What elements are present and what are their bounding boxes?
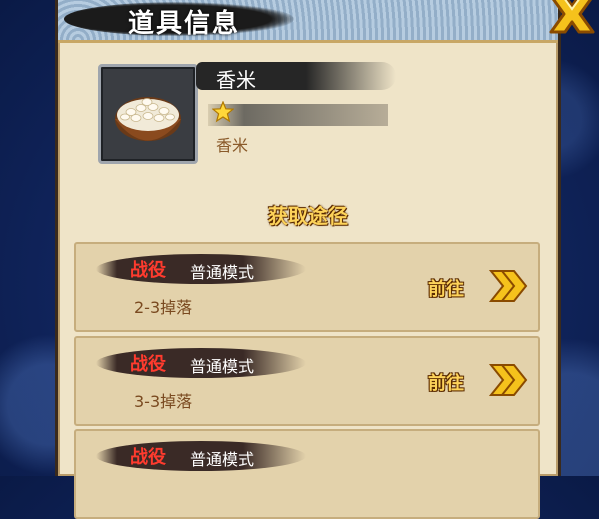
source-drop: 3-3掉落 xyxy=(134,392,193,411)
item-name: 香米 xyxy=(216,68,256,92)
rice-bowl-icon xyxy=(115,97,181,141)
source-mode: 普通模式 xyxy=(190,263,255,282)
double-chevron-right-icon xyxy=(488,364,528,396)
source-mode: 普通模式 xyxy=(190,450,255,469)
item-description: 香米 xyxy=(216,136,249,155)
star-icon xyxy=(211,100,235,127)
item-icon-frame xyxy=(98,64,198,164)
source-type: 战役 xyxy=(130,354,166,375)
go-button[interactable] xyxy=(488,362,528,402)
title-bar: 道具信息 xyxy=(58,0,595,43)
star-rating-bar xyxy=(208,104,388,126)
close-x-icon xyxy=(549,0,595,34)
double-chevron-right-icon xyxy=(488,270,528,302)
go-button[interactable] xyxy=(488,268,528,308)
dialog-title: 道具信息 xyxy=(128,9,241,39)
source-card: 战役 普通模式 3-3掉落 前往 xyxy=(74,336,540,426)
go-button-label[interactable]: 前往 xyxy=(428,369,464,395)
close-button[interactable] xyxy=(545,0,599,36)
item-info-dialog: 道具信息 香米 香米 获取途径 战役 普通模式 2-3掉落 前往 战役 普通模式… xyxy=(55,0,595,519)
acquisition-title: 获取途径 xyxy=(268,204,348,228)
source-type: 战役 xyxy=(130,447,166,468)
source-drop: 2-3掉落 xyxy=(134,298,193,317)
source-type: 战役 xyxy=(130,260,166,281)
source-card: 战役 普通模式 xyxy=(74,429,540,519)
go-button-label[interactable]: 前往 xyxy=(428,275,464,301)
source-mode: 普通模式 xyxy=(190,357,255,376)
source-card: 战役 普通模式 2-3掉落 前往 xyxy=(74,242,540,332)
